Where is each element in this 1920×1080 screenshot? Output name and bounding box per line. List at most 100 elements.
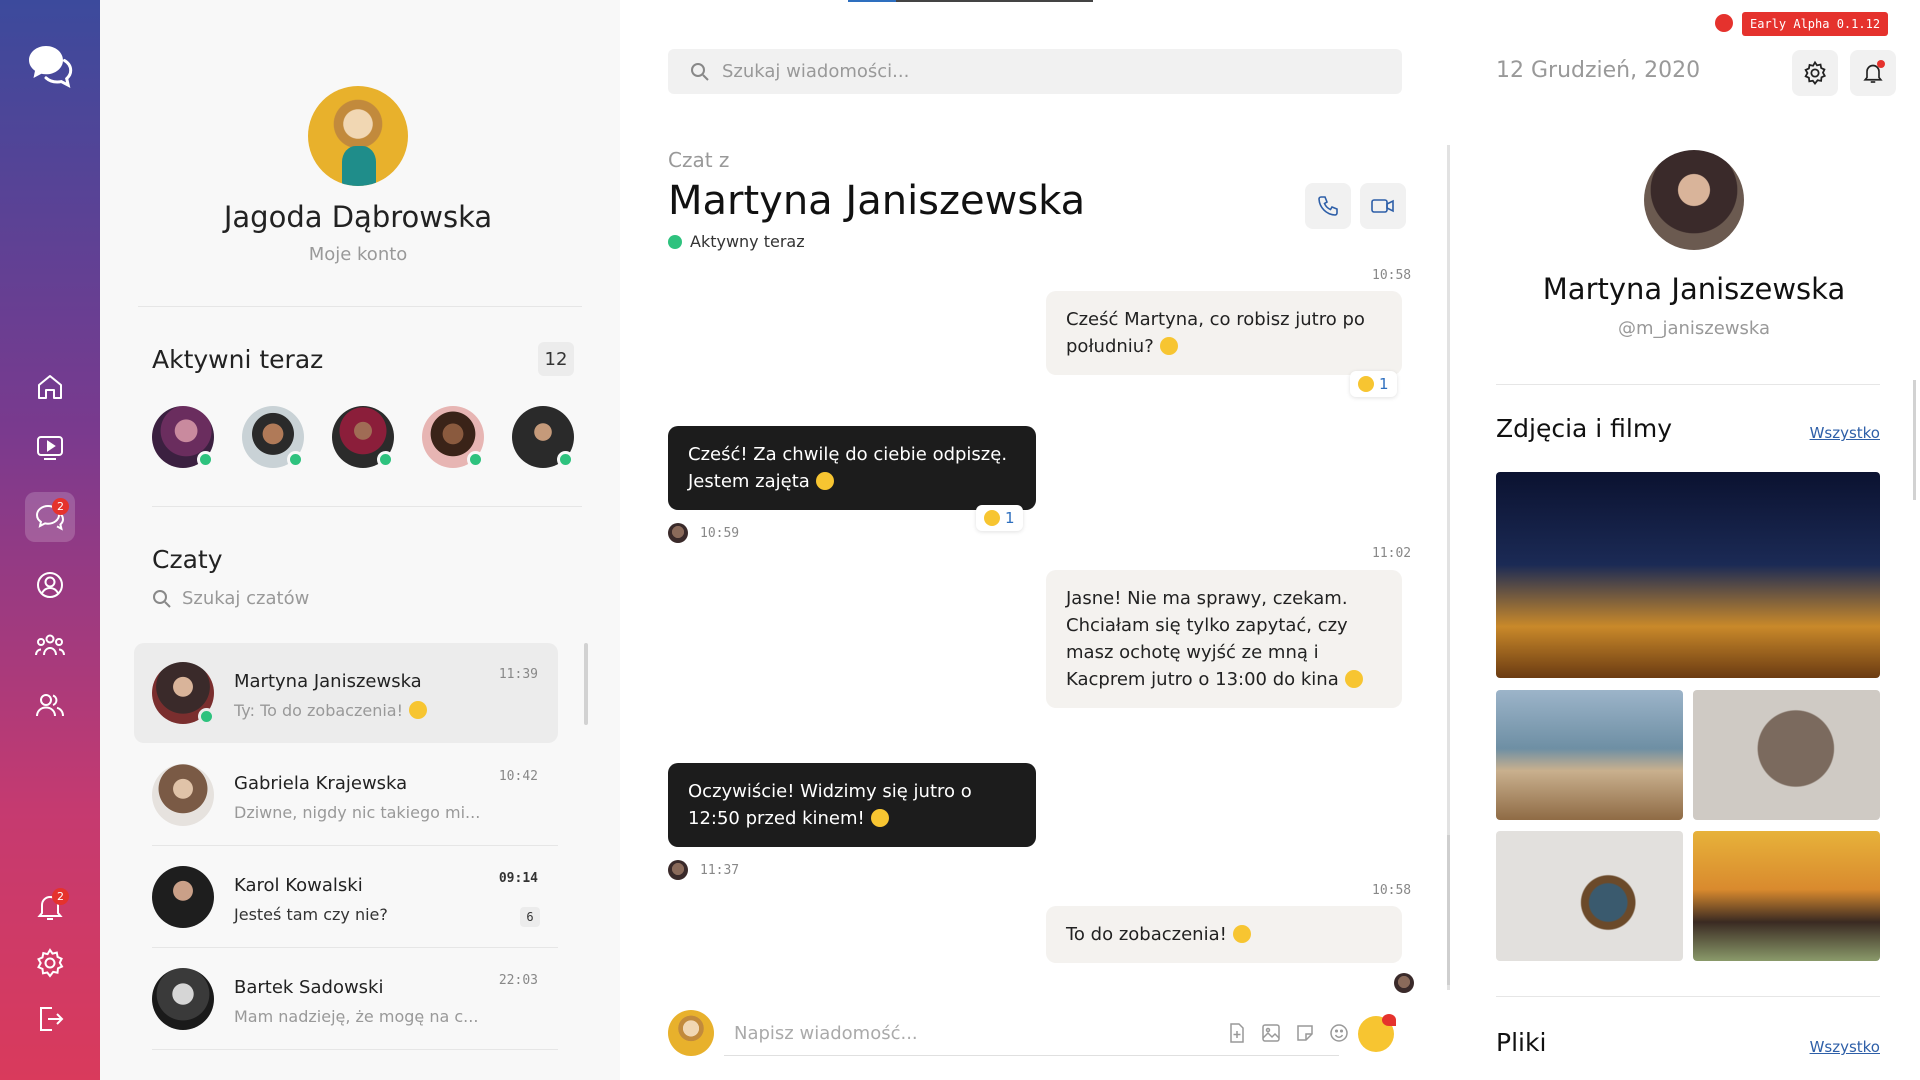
nav-notifications[interactable]: 2 <box>25 882 75 932</box>
notifications-badge: 2 <box>52 888 69 905</box>
active-user-avatar[interactable] <box>512 406 574 468</box>
conversation-scrollbar[interactable] <box>1447 145 1450 990</box>
message-search-input[interactable]: Szukaj wiadomości... <box>668 49 1402 94</box>
message-time: 11:37 <box>700 863 740 878</box>
online-indicator <box>198 708 215 725</box>
chat-item[interactable]: Bartek Sadowski Mam nadzieję, że mogę na… <box>134 949 558 1050</box>
logout-icon <box>40 1007 64 1031</box>
active-user-avatar[interactable] <box>152 406 214 468</box>
page-scrollbar[interactable] <box>1913 380 1916 500</box>
composer-tools <box>1226 1022 1350 1044</box>
home-icon <box>38 375 62 399</box>
chats-badge: 2 <box>52 498 69 515</box>
version-badge: Early Alpha 0.1.12 <box>1742 12 1889 36</box>
nav-groups[interactable] <box>25 620 75 670</box>
emoji-icon <box>409 701 428 719</box>
my-avatar <box>668 1010 714 1056</box>
chat-item-time: 09:14 <box>498 871 538 886</box>
settings-button[interactable] <box>1792 50 1838 96</box>
media-photo-balloons[interactable] <box>1693 831 1880 961</box>
read-receipt-avatar <box>1394 973 1414 993</box>
active-user-avatar[interactable] <box>242 406 304 468</box>
active-now-heading: Aktywni teraz <box>152 345 324 374</box>
user-icon <box>37 572 63 598</box>
nav-settings[interactable] <box>25 938 75 988</box>
nav-profile[interactable] <box>25 560 75 610</box>
my-avatar[interactable] <box>308 86 408 186</box>
chat-item-name: Gabriela Krajewska <box>234 773 408 794</box>
emoji-icon <box>870 809 889 827</box>
chat-item[interactable]: Gabriela Krajewska Dziwne, nigdy nic tak… <box>134 745 558 846</box>
unread-count-badge: 6 <box>520 907 540 927</box>
my-name: Jagoda Dąbrowska <box>223 200 493 234</box>
media-photo-painting[interactable] <box>1496 831 1683 961</box>
chat-item-preview: Dziwne, nigdy nic takiego mi... <box>234 803 481 822</box>
message-search-placeholder: Szukaj wiadomości... <box>722 61 910 82</box>
video-icon <box>37 436 63 460</box>
active-count-badge: 12 <box>538 342 574 376</box>
my-account-link[interactable]: Moje konto <box>100 244 616 265</box>
media-photo-kayak[interactable] <box>1496 690 1683 820</box>
chat-item-name: Karol Kowalski <box>234 875 363 896</box>
sticker-icon[interactable] <box>1294 1022 1316 1044</box>
nav-friends[interactable] <box>25 680 75 730</box>
nav-video[interactable] <box>25 422 75 472</box>
gear-icon <box>1804 60 1827 86</box>
nav-chats[interactable]: 2 <box>25 492 75 542</box>
media-photo-baby[interactable] <box>1693 690 1880 820</box>
media-photo-city[interactable] <box>1496 472 1880 678</box>
message-reaction[interactable]: 1 <box>976 505 1023 531</box>
nav-home[interactable] <box>25 362 75 412</box>
attach-file-icon[interactable] <box>1226 1022 1248 1044</box>
voice-call-button[interactable] <box>1305 183 1351 229</box>
group-icon <box>35 634 65 656</box>
search-icon <box>691 62 709 81</box>
divider <box>152 506 582 507</box>
divider <box>152 947 558 948</box>
message-bubble-outgoing[interactable]: Cześć Martyna, co robisz jutro po połudn… <box>1046 291 1402 375</box>
avatar <box>152 968 214 1030</box>
message-bubble-incoming[interactable]: Oczywiście! Widzimy się jutro o 12:50 pr… <box>668 763 1036 847</box>
files-see-all-link[interactable]: Wszystko <box>1810 1038 1880 1056</box>
peer-name: Martyna Janiszewska <box>668 178 1086 224</box>
notifications-button[interactable] <box>1850 50 1896 96</box>
message-bubble-incoming[interactable]: Cześć! Za chwilę do ciebie odpiszę. Jest… <box>668 426 1036 510</box>
chat-search-placeholder: Szukaj czatów <box>182 588 310 609</box>
conversation-panel: Szukaj wiadomości... Czat z Martyna Jani… <box>620 0 1450 1080</box>
profile-name: Martyna Janiszewska <box>1542 272 1846 306</box>
nav-logout[interactable] <box>25 994 75 1044</box>
message-composer: Napisz wiadomość... <box>668 1010 1402 1058</box>
send-emoji-button[interactable] <box>1358 1014 1396 1052</box>
message-reaction[interactable]: 1 <box>1350 371 1397 397</box>
chats-heading: Czaty <box>152 545 223 574</box>
chat-bubbles-icon[interactable] <box>24 40 76 92</box>
online-indicator <box>668 234 682 249</box>
friends-icon <box>36 694 64 717</box>
chat-item-preview: Mam nadzieję, że mogę na c... <box>234 1007 479 1026</box>
emoji-icon <box>1358 376 1374 392</box>
active-user-avatar[interactable] <box>332 406 394 468</box>
divider <box>1496 384 1880 385</box>
emoji-icon <box>984 510 1000 526</box>
active-user-avatar[interactable] <box>422 406 484 468</box>
chat-list-scrollbar[interactable] <box>584 643 588 725</box>
divider <box>1496 996 1880 997</box>
profile-panel: Early Alpha 0.1.12 12 Grudzień, 2020 Mar… <box>1460 0 1920 1080</box>
video-call-button[interactable] <box>1360 183 1406 229</box>
divider <box>152 1049 558 1050</box>
chat-item-name: Bartek Sadowski <box>234 977 384 998</box>
profile-avatar <box>1644 150 1744 250</box>
files-heading: Pliki <box>1496 1028 1547 1057</box>
media-see-all-link[interactable]: Wszystko <box>1810 424 1880 442</box>
emoji-icon <box>815 472 834 490</box>
emoji-icon[interactable] <box>1328 1022 1350 1044</box>
video-camera-icon <box>1371 199 1394 213</box>
chat-search-input[interactable]: Szukaj czatów <box>152 588 309 609</box>
github-icon[interactable] <box>1715 14 1733 32</box>
message-bubble-outgoing[interactable]: To do zobaczenia! <box>1046 906 1402 963</box>
chat-item[interactable]: Karol Kowalski Jesteś tam czy nie? 09:14… <box>134 847 558 948</box>
image-icon[interactable] <box>1260 1022 1282 1044</box>
chat-item[interactable]: Martyna Janiszewska Ty: To do zobaczenia… <box>134 643 558 743</box>
emoji-icon <box>1344 670 1363 688</box>
message-bubble-outgoing[interactable]: Jasne! Nie ma sprawy, czekam. Chciałam s… <box>1046 570 1402 708</box>
